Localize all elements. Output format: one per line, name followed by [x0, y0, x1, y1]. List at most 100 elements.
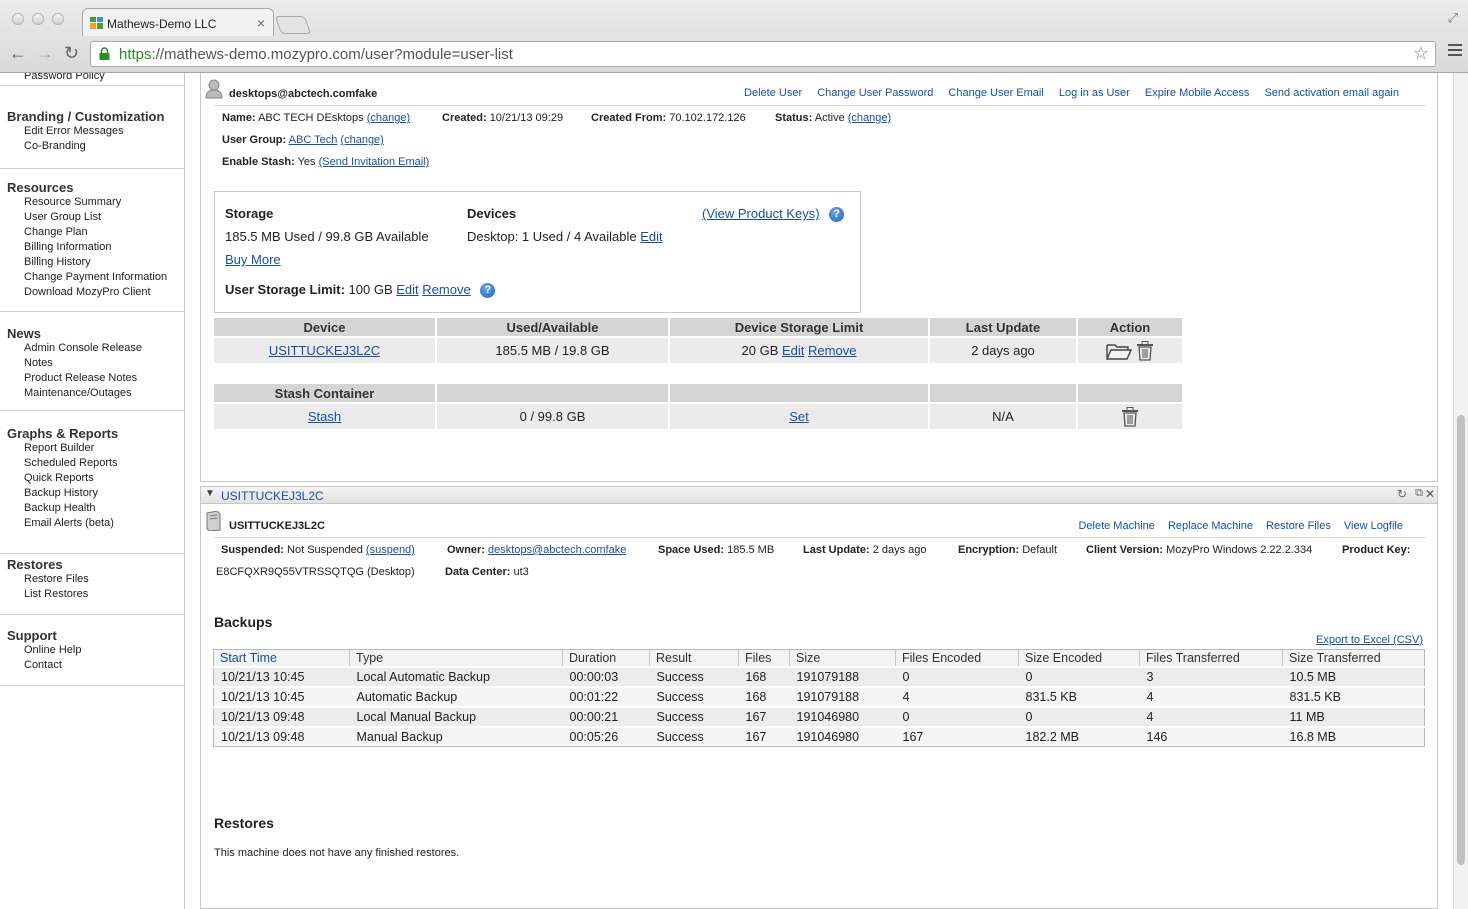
- sidebar-item[interactable]: Download MozyPro Client: [0, 285, 184, 300]
- sidebar-item[interactable]: Product Release Notes: [0, 371, 184, 386]
- column-header-start-time[interactable]: Start Time: [213, 649, 350, 667]
- expire-mobile-access-link[interactable]: Expire Mobile Access: [1145, 87, 1250, 99]
- forward-icon[interactable]: →: [36, 43, 54, 64]
- help-icon[interactable]: ?: [829, 207, 845, 223]
- back-icon[interactable]: ←: [9, 43, 27, 64]
- close-tab-icon[interactable]: ×: [257, 15, 265, 31]
- change-status-link[interactable]: (change): [848, 112, 891, 124]
- send-invitation-link[interactable]: (Send Invitation Email): [319, 156, 430, 168]
- restores-empty-message: This machine does not have any finished …: [214, 847, 460, 859]
- sidebar-item[interactable]: User Group List: [0, 210, 184, 225]
- sidebar-item[interactable]: Notes: [0, 356, 184, 371]
- sidebar-item[interactable]: Contact: [0, 658, 184, 673]
- remove-storage-limit-link[interactable]: Remove: [422, 282, 470, 297]
- new-tab-button[interactable]: [274, 16, 312, 34]
- suspended-value: Not Suspended: [287, 544, 363, 556]
- cell: 10/21/13 10:45: [213, 665, 350, 687]
- edit-device-limit-link[interactable]: Edit: [782, 343, 804, 358]
- machine-panel-header[interactable]: ▼ USITTUCKEJ3L2C ↻ ⧉ ✕: [200, 486, 1438, 504]
- address-bar[interactable]: https://mathews-demo.mozypro.com/user?mo…: [90, 41, 1436, 67]
- close-window-button[interactable]: [12, 13, 24, 25]
- sidebar-item[interactable]: Email Alerts (beta): [0, 516, 184, 531]
- view-product-keys-link[interactable]: (View Product Keys): [702, 206, 820, 221]
- sidebar-item[interactable]: Change Plan: [0, 225, 184, 240]
- send-activation-email-link[interactable]: Send activation email again: [1264, 87, 1399, 99]
- sidebar-item[interactable]: Backup Health: [0, 501, 184, 516]
- chrome-menu-icon[interactable]: [1448, 44, 1462, 59]
- trash-icon[interactable]: [1136, 340, 1154, 361]
- open-folder-icon[interactable]: [1106, 342, 1133, 360]
- fullscreen-icon[interactable]: ⤢: [1448, 10, 1458, 26]
- cell: 168: [738, 665, 790, 687]
- minimize-window-button[interactable]: [32, 13, 44, 25]
- edit-storage-limit-link[interactable]: Edit: [396, 282, 418, 297]
- product-key-label: Product Key:: [1342, 544, 1411, 556]
- sidebar-item[interactable]: Restore Files: [0, 572, 184, 587]
- restore-files-link[interactable]: Restore Files: [1266, 520, 1331, 532]
- sidebar-item[interactable]: Scheduled Reports: [0, 456, 184, 471]
- change-email-link[interactable]: Change User Email: [948, 87, 1043, 99]
- machine-bar-title[interactable]: USITTUCKEJ3L2C: [221, 489, 324, 503]
- sidebar-item[interactable]: Report Builder: [0, 441, 184, 456]
- page-scrollbar[interactable]: [1453, 73, 1468, 909]
- cell: 00:01:22: [562, 685, 650, 707]
- sidebar-item[interactable]: Billing History: [0, 255, 184, 270]
- bookmark-star-icon[interactable]: ☆: [1413, 43, 1429, 64]
- reload-icon[interactable]: ↻: [64, 43, 79, 64]
- sidebar-item[interactable]: Change Payment Information: [0, 270, 184, 285]
- browser-tab[interactable]: Mathews-Demo LLC ×: [82, 8, 274, 36]
- replace-machine-link[interactable]: Replace Machine: [1168, 520, 1253, 532]
- sidebar-item-password-policy[interactable]: Password Policy: [0, 73, 105, 84]
- sidebar-item[interactable]: Backup History: [0, 486, 184, 501]
- export-csv-link[interactable]: Export to Excel (CSV): [1316, 634, 1423, 646]
- sidebar-item[interactable]: Co-Branding: [0, 139, 184, 154]
- close-icon[interactable]: ✕: [1425, 487, 1435, 501]
- trash-icon[interactable]: [1121, 406, 1139, 427]
- stash-action-cell: [1077, 402, 1182, 429]
- log-in-as-user-link[interactable]: Log in as User: [1059, 87, 1130, 99]
- change-group-link[interactable]: (change): [340, 134, 383, 146]
- user-group-link[interactable]: ABC Tech: [289, 134, 338, 146]
- column-header: Device Storage Limit: [669, 318, 930, 337]
- sidebar-item[interactable]: Quick Reports: [0, 471, 184, 486]
- stash-cell: Stash: [214, 402, 437, 429]
- table-row: Stash 0 / 99.8 GB Set N/A: [214, 402, 1182, 429]
- refresh-icon[interactable]: ↻: [1397, 487, 1407, 501]
- delete-machine-link[interactable]: Delete Machine: [1078, 520, 1154, 532]
- sidebar-item[interactable]: Edit Error Messages: [0, 124, 184, 139]
- column-header: Files Transferred: [1139, 649, 1283, 667]
- view-logfile-link[interactable]: View Logfile: [1344, 520, 1403, 532]
- sidebar-item[interactable]: Maintenance/Outages: [0, 386, 184, 401]
- cell: 0: [1018, 705, 1140, 727]
- sidebar-item[interactable]: Online Help: [0, 643, 184, 658]
- zoom-window-button[interactable]: [52, 13, 64, 25]
- storage-limit-value: 100 GB: [348, 282, 393, 297]
- help-icon[interactable]: ?: [480, 283, 496, 299]
- scrollbar-thumb[interactable]: [1457, 415, 1465, 865]
- change-password-link[interactable]: Change User Password: [817, 87, 933, 99]
- buy-more-link[interactable]: Buy More: [225, 252, 281, 267]
- sidebar-item[interactable]: Admin Console Release: [0, 341, 184, 356]
- machine-actions: Delete Machine Replace Machine Restore F…: [1078, 520, 1403, 532]
- table-row: 10/21/13 10:45 Local Automatic Backup 00…: [213, 665, 1425, 687]
- collapse-triangle-icon[interactable]: ▼: [205, 488, 215, 499]
- popout-icon[interactable]: ⧉: [1415, 487, 1423, 500]
- sidebar-item[interactable]: Resource Summary: [0, 195, 184, 210]
- sidebar-item[interactable]: Billing Information: [0, 240, 184, 255]
- device-link[interactable]: USITTUCKEJ3L2C: [269, 343, 380, 358]
- set-stash-limit-link[interactable]: Set: [789, 409, 809, 424]
- created-value: 10/21/13 09:29: [489, 112, 564, 124]
- cell: 191046980: [789, 705, 896, 727]
- owner-link[interactable]: desktops@abctech.comfake: [488, 544, 626, 556]
- remove-device-limit-link[interactable]: Remove: [808, 343, 856, 358]
- sidebar-item[interactable]: List Restores: [0, 587, 184, 602]
- suspend-link[interactable]: (suspend): [366, 544, 415, 556]
- stash-link[interactable]: Stash: [308, 409, 341, 424]
- delete-user-link[interactable]: Delete User: [744, 87, 802, 99]
- edit-devices-link[interactable]: Edit: [640, 229, 662, 244]
- change-name-link[interactable]: (change): [367, 112, 410, 124]
- column-header: Type: [349, 649, 563, 667]
- cell: Success: [649, 725, 739, 747]
- main-content: desktops@abctech.comfake Delete User Cha…: [200, 73, 1438, 909]
- sort-start-time-link[interactable]: Start Time: [220, 651, 277, 665]
